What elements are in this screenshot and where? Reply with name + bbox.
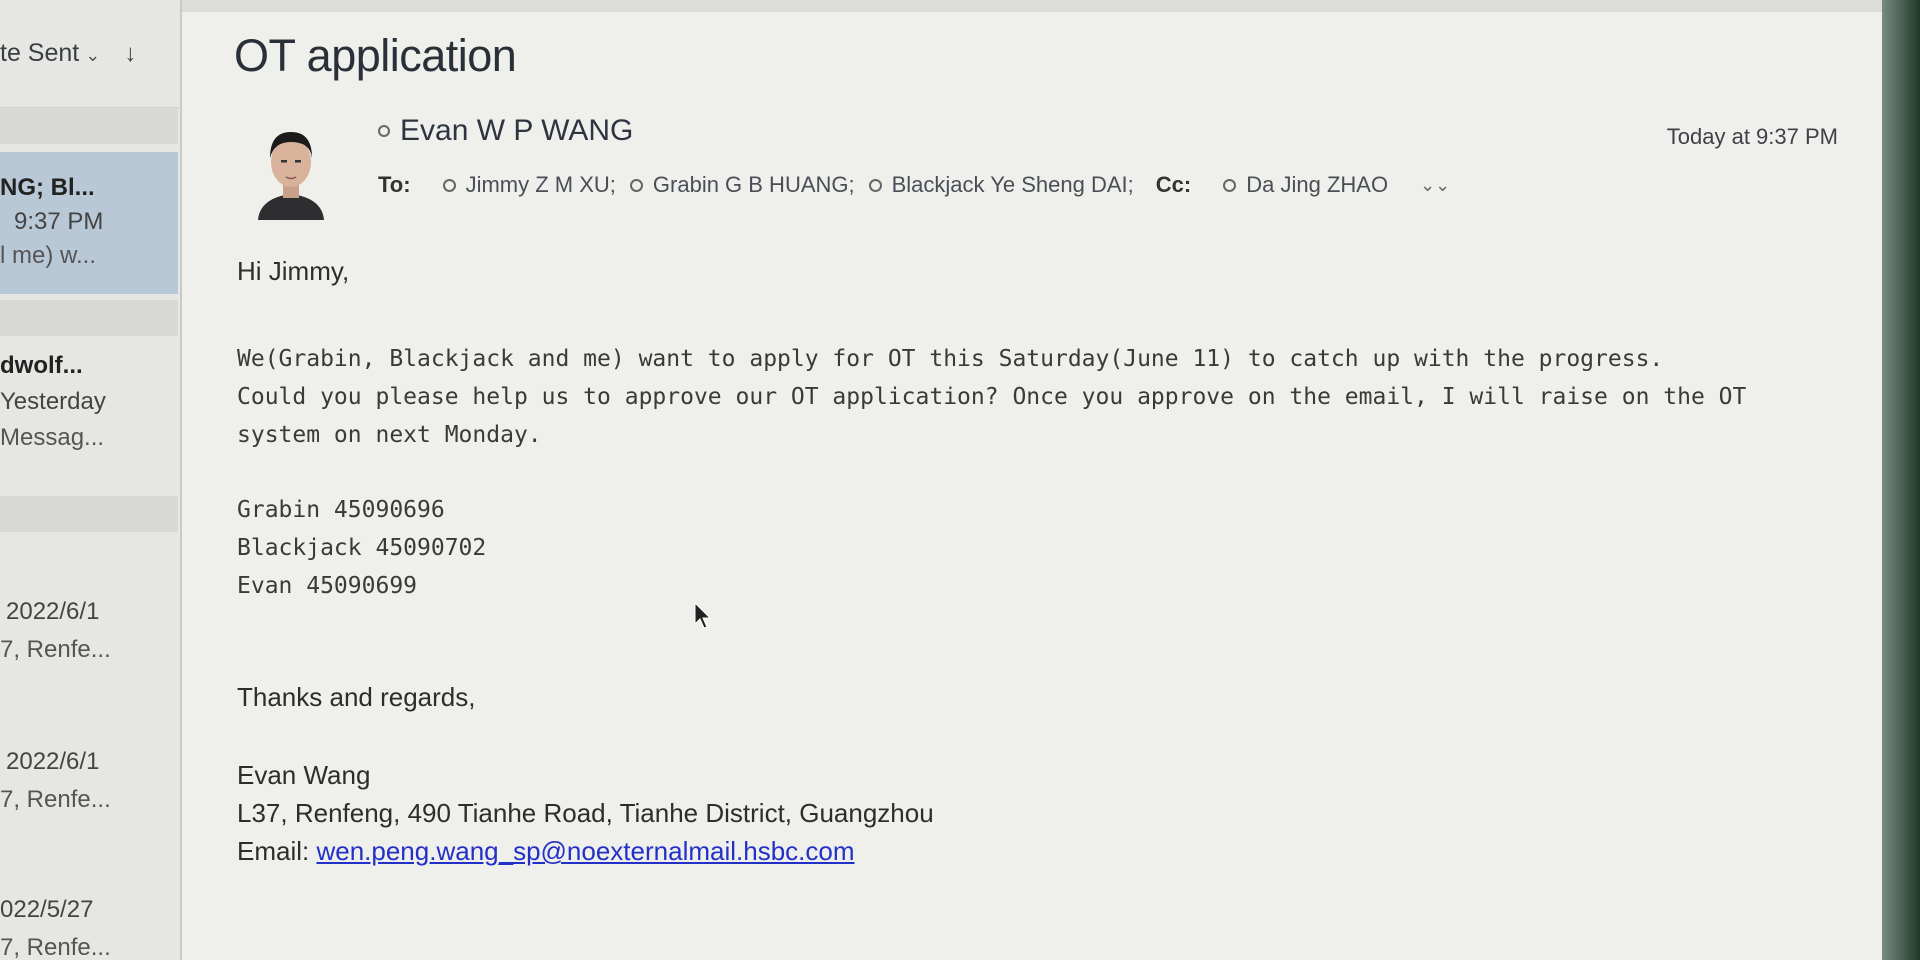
sender-name[interactable]: Evan W P WANG [378, 114, 633, 148]
signature-name: Evan Wang [237, 760, 371, 790]
recipients-row: To: Jimmy Z M XU; Grabin G B HUANG; Blac… [378, 172, 1450, 198]
cc-label: Cc: [1155, 172, 1192, 197]
message-list: te Sent ⌄ ↓ NG; Bl... 9:37 PM l me) w... … [0, 0, 182, 960]
presence-status-icon [868, 178, 882, 192]
list-item-sender: NG; Bl... [0, 174, 95, 201]
sender-name-text: Evan W P WANG [400, 114, 634, 147]
email-body: We(Grabin, Blackjack and me) want to app… [237, 340, 1746, 454]
recipient-name: Da Jing ZHAO [1246, 172, 1389, 197]
sort-direction-arrow-icon[interactable]: ↓ [124, 40, 136, 68]
signature-email-link[interactable]: wen.peng.wang_sp@noexternalmail.hsbc.com [316, 836, 854, 866]
avatar[interactable] [252, 120, 330, 220]
body-line: Could you please help us to approve our … [237, 384, 1747, 410]
list-item-time: 2022/6/1 [6, 598, 100, 625]
signature-address: L37, Renfeng, 490 Tianhe Road, Tianhe Di… [237, 798, 934, 828]
recipient-name: Grabin G B HUANG; [652, 172, 855, 197]
email-subject: OT application [234, 30, 517, 81]
list-item[interactable]: 2022/6/1 7, Renfe... [0, 748, 178, 878]
list-item-snippet: 7, Renfe... [0, 786, 111, 813]
list-item-snippet: 7, Renfe... [0, 636, 111, 663]
presence-status-icon [1223, 178, 1237, 192]
sort-bar: te Sent ⌄ ↓ [0, 0, 180, 108]
list-item-time: 2022/6/1 [6, 748, 100, 775]
window-edge [1882, 0, 1920, 960]
recipient-name: Jimmy Z M XU; [465, 172, 616, 197]
signature-email-row: Email: wen.peng.wang_sp@noexternalmail.h… [237, 832, 934, 870]
signature: Evan Wang L37, Renfeng, 490 Tianhe Road,… [237, 756, 934, 870]
email-greeting: Hi Jimmy, [237, 256, 350, 286]
list-item-snippet: Messag... [0, 424, 105, 451]
list-separator [0, 108, 178, 144]
expand-recipients-icon[interactable]: ⌄⌄ [1420, 175, 1450, 196]
staff-code-line: Evan 45090699 [237, 573, 418, 599]
chevron-down-icon: ⌄ [85, 45, 101, 65]
staff-codes: Grabin 45090696 Blackjack 45090702 Evan 45… [237, 491, 486, 605]
body-line: We(Grabin, Blackjack and me) want to app… [237, 346, 1664, 372]
recipient[interactable]: Grabin G B HUANG; [629, 172, 855, 198]
to-label: To: [378, 172, 411, 197]
presence-status-icon [378, 125, 390, 137]
list-item-time: 022/5/27 [0, 896, 94, 923]
list-item[interactable]: 2022/6/1 7, Renfe... [0, 598, 178, 728]
list-separator [0, 496, 178, 532]
recipient-name: Blackjack Ye Sheng DAI; [891, 172, 1134, 197]
presence-status-icon [629, 178, 643, 192]
list-item-time: Yesterday [0, 388, 106, 415]
sort-by-date-button[interactable]: te Sent ⌄ [0, 39, 100, 68]
list-item[interactable]: 022/5/27 7, Renfe... [0, 896, 178, 960]
reading-pane: OT application Evan W P WANG Today at 9:… [182, 12, 1882, 960]
mouse-pointer-icon [694, 602, 712, 629]
email-label: Email: [237, 836, 317, 866]
email-closing: Thanks and regards, [237, 682, 476, 712]
list-item-snippet: 7, Renfe... [0, 934, 111, 960]
body-line: system on next Monday. [237, 422, 542, 448]
recipient[interactable]: Jimmy Z M XU; [442, 172, 616, 198]
presence-status-icon [442, 178, 456, 192]
list-separator [0, 300, 178, 336]
sort-label: te Sent [0, 39, 80, 67]
recipient[interactable]: Blackjack Ye Sheng DAI; [868, 172, 1134, 198]
list-item-snippet: l me) w... [0, 242, 97, 269]
received-date: Today at 9:37 PM [1666, 124, 1838, 149]
staff-code-line: Blackjack 45090702 [237, 535, 487, 561]
list-item[interactable]: dwolf... Yesterday Messag... [0, 352, 178, 492]
cc-recipient[interactable]: Da Jing ZHAO [1223, 172, 1388, 198]
staff-code-line: Grabin 45090696 [237, 497, 445, 523]
list-item[interactable]: NG; Bl... 9:37 PM l me) w... [0, 152, 178, 294]
list-item-sender: dwolf... [0, 352, 83, 379]
list-item-time: 9:37 PM [14, 208, 104, 235]
